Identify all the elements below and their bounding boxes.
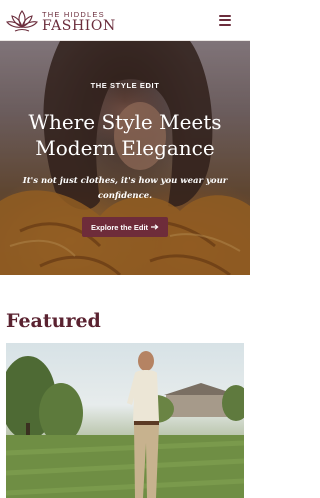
- hero-eyebrow: THE STYLE EDIT: [90, 81, 160, 90]
- lotus-logo-icon: [6, 10, 38, 32]
- arrow-right-icon: [151, 224, 159, 230]
- featured-image[interactable]: [6, 343, 244, 498]
- brand-name-bottom: FASHION: [42, 18, 116, 34]
- explore-edit-button[interactable]: Explore the Edit: [82, 217, 168, 237]
- featured-heading: Featured: [6, 310, 101, 332]
- featured-photo: [6, 351, 244, 498]
- hamburger-menu-icon[interactable]: [216, 12, 234, 28]
- brand-logo[interactable]: THE HIDDLES FASHION: [6, 6, 116, 36]
- hero-subtitle: It's not just clothes, it's how you wear…: [22, 176, 228, 201]
- site-header: THE HIDDLES FASHION: [0, 0, 250, 41]
- hero-banner: THE STYLE EDIT Where Style Meets Modern …: [0, 41, 250, 275]
- hero-title: Where Style Meets Modern Elegance: [28, 110, 222, 160]
- explore-edit-label: Explore the Edit: [90, 222, 149, 232]
